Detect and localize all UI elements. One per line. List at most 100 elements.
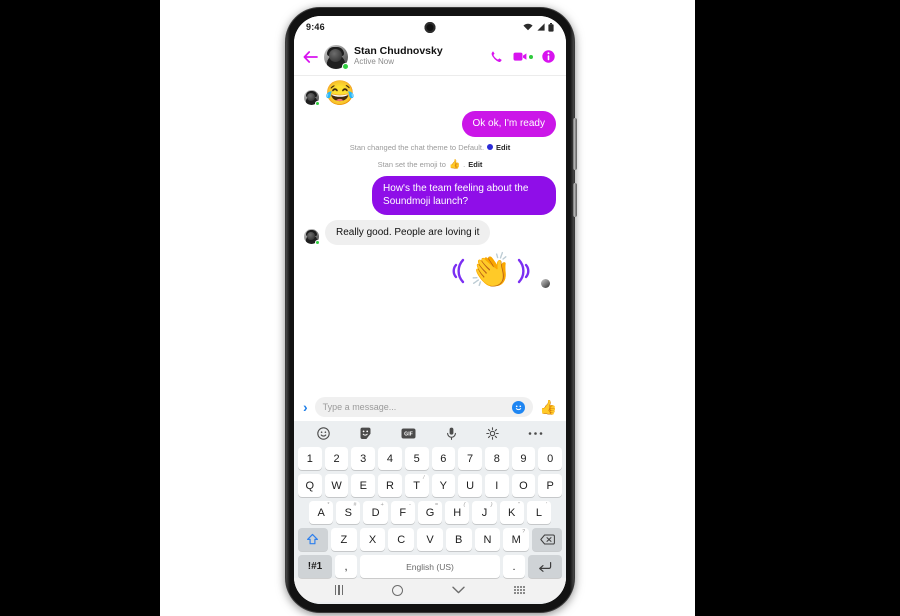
header-actions — [490, 50, 557, 64]
key-7[interactable]: 7 — [458, 447, 482, 470]
key-g[interactable]: = G — [417, 501, 443, 524]
key-f[interactable]: -F — [390, 501, 415, 524]
settings-gear-icon[interactable] — [486, 426, 499, 440]
key-2[interactable]: 2 — [324, 447, 349, 470]
online-status-dot — [342, 62, 349, 70]
symbols-key[interactable]: !#1 — [298, 555, 332, 578]
shift-key-icon[interactable] — [297, 528, 328, 551]
key-r[interactable]: R — [378, 474, 402, 497]
key-o[interactable]: O — [511, 474, 536, 497]
enter-key-icon[interactable] — [528, 555, 562, 578]
key-a[interactable]: * A — [309, 501, 334, 524]
gif-icon[interactable]: GIF — [401, 428, 416, 439]
key-v[interactable]: V — [417, 528, 443, 551]
more-options-icon[interactable] — [528, 431, 543, 436]
message-bubble-outgoing[interactable]: How's the team feeling about the Soundmo… — [372, 175, 556, 215]
clap-emoji: 👏 — [469, 252, 512, 290]
key-3[interactable]: 3 — [351, 447, 376, 470]
key-5[interactable]: 5 — [404, 447, 429, 470]
phone-screen: 9:46 Stan Chudnovsky Active Now 😂 Ok ok,… — [294, 16, 566, 604]
video-call-icon[interactable] — [513, 51, 533, 62]
sticker-icon[interactable] — [359, 427, 372, 440]
key-0[interactable]: 0 — [538, 447, 563, 470]
key-8[interactable]: 8 — [484, 447, 509, 470]
emoji-icon[interactable] — [316, 426, 330, 440]
conversation-thread[interactable]: 😂 Ok ok, I'm ready Stan changed the chat… — [294, 76, 566, 393]
key-label: B — [455, 533, 463, 546]
avatar-face — [329, 48, 342, 62]
chat-emoji-preview: 👍 — [448, 158, 461, 169]
key-d[interactable]: + D — [363, 501, 388, 524]
emoji-message[interactable]: 😂 — [325, 82, 355, 106]
emoji-smiley-icon[interactable] — [511, 400, 525, 414]
call-icon[interactable] — [490, 50, 504, 64]
key-c[interactable]: C — [388, 528, 415, 551]
key-1[interactable]: 1 — [297, 447, 322, 470]
key-label: L — [535, 506, 542, 519]
message-input-placeholder: Type a message... — [322, 402, 397, 412]
hide-keyboard-icon[interactable] — [452, 586, 466, 594]
key-b[interactable]: B — [445, 528, 472, 551]
key-t[interactable]: / T — [404, 474, 429, 497]
power-button[interactable] — [573, 118, 577, 170]
key-q[interactable]: Q — [297, 474, 322, 497]
backspace-key-icon[interactable] — [532, 528, 563, 551]
theme-color-dot — [487, 144, 494, 150]
key-x[interactable]: X — [359, 528, 386, 551]
key-m[interactable]: ? M — [503, 528, 530, 551]
online-status-dot — [315, 101, 320, 106]
key-sup: ( — [463, 502, 466, 508]
message-row-incoming: Really good. People are loving it — [304, 219, 556, 245]
comma-key[interactable]: , — [335, 555, 357, 578]
info-icon[interactable] — [542, 50, 555, 63]
key-n[interactable]: N — [474, 528, 501, 551]
edit-theme-link[interactable]: Edit — [496, 143, 510, 152]
svg-text:GIF: GIF — [404, 431, 413, 437]
key-s[interactable]: # S — [336, 501, 361, 524]
chevron-right-icon[interactable]: › — [303, 400, 308, 414]
home-icon[interactable] — [392, 584, 404, 596]
key-i[interactable]: I — [484, 474, 509, 497]
phone-device-frame: 9:46 Stan Chudnovsky Active Now 😂 Ok ok,… — [286, 8, 577, 612]
switch-keyboard-icon[interactable] — [514, 586, 526, 594]
status-bar: 9:46 — [294, 16, 566, 38]
volume-button[interactable] — [573, 183, 577, 217]
message-bubble-outgoing[interactable]: Ok ok, I'm ready — [461, 111, 556, 137]
key-k[interactable]: " K — [499, 501, 524, 524]
system-navigation-bar — [294, 578, 566, 602]
key-j[interactable]: ) J — [472, 501, 497, 524]
space-key[interactable]: English (US) — [360, 555, 500, 578]
message-input-pill[interactable]: Type a message... — [314, 397, 533, 417]
key-label: R — [385, 479, 394, 492]
back-arrow-icon[interactable] — [303, 50, 318, 63]
key-y[interactable]: Y — [431, 474, 456, 497]
key-u[interactable]: U — [458, 474, 482, 497]
message-row-outgoing: Ok ok, I'm ready — [304, 111, 556, 137]
keyboard-row-qwerty: Q W E R / T Y U I O P — [296, 474, 564, 497]
key-label: G — [425, 506, 435, 519]
on-screen-keyboard: GIF 1 2 3 4 5 6 7 8 9 0 Q W E R / T Y U … — [294, 421, 566, 604]
key-p[interactable]: P — [538, 474, 563, 497]
key-6[interactable]: 6 — [431, 447, 456, 470]
key-w[interactable]: W — [324, 474, 349, 497]
message-bubble-incoming[interactable]: Really good. People are loving it — [325, 219, 491, 245]
key-4[interactable]: 4 — [378, 447, 402, 470]
key-label: V — [426, 533, 434, 546]
period-key[interactable]: . — [503, 555, 525, 578]
system-message-text: Stan set the emoji to — [377, 159, 446, 169]
key-z[interactable]: Z — [330, 528, 357, 551]
key-label: O — [519, 479, 528, 492]
key-9[interactable]: 9 — [511, 447, 536, 470]
thumbs-up-icon[interactable]: 👍 — [540, 400, 557, 414]
front-camera-punch-hole — [424, 22, 436, 33]
key-h[interactable]: (H — [445, 501, 470, 524]
keyboard-row-asdf: * A # S + D -F = G (H ) J " K ' L — [296, 501, 564, 524]
edit-emoji-link[interactable]: Edit — [468, 160, 482, 169]
key-label: E — [359, 479, 367, 492]
avatar[interactable] — [324, 44, 349, 70]
soundmoji-message[interactable]: 👏 — [447, 254, 550, 288]
recents-icon[interactable] — [334, 585, 344, 595]
microphone-icon[interactable] — [446, 427, 457, 440]
key-l[interactable]: ' L — [526, 501, 551, 524]
key-e[interactable]: E — [351, 474, 376, 497]
